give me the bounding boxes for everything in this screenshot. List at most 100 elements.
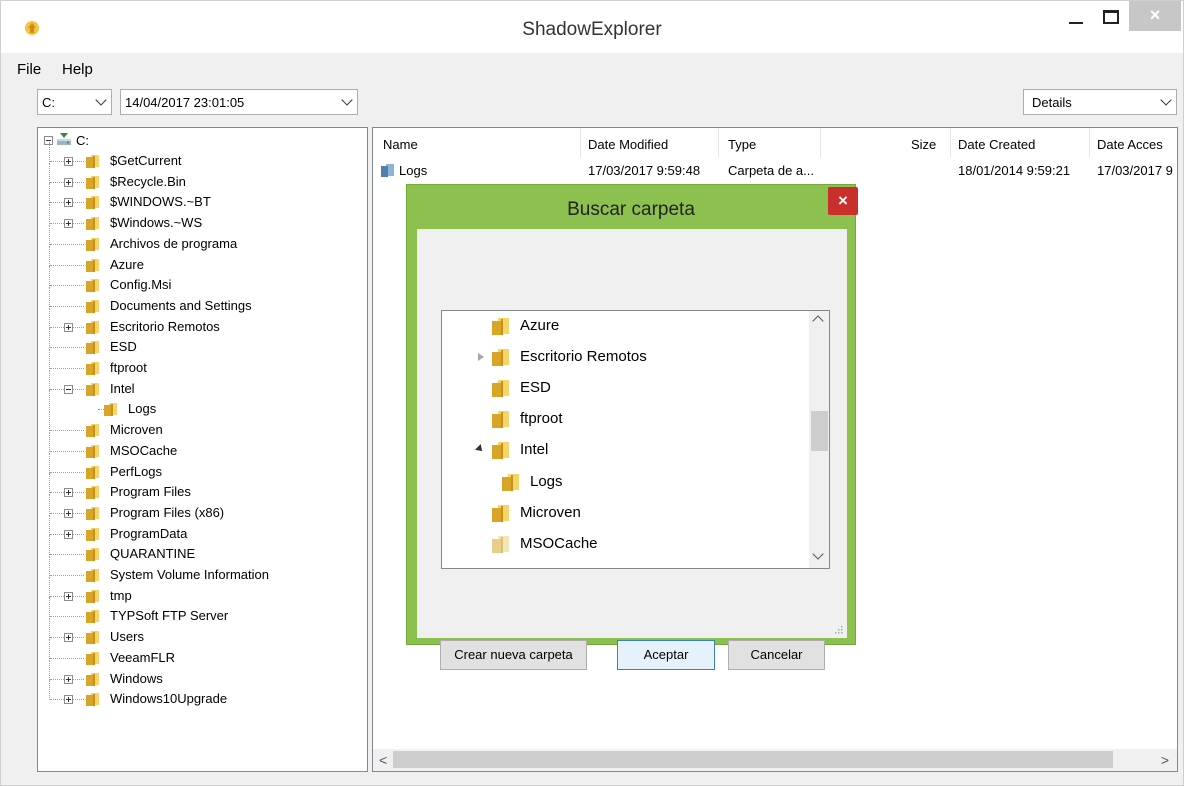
tree-item-label: Program Files (x86)	[110, 504, 225, 520]
expand-icon[interactable]	[64, 157, 73, 166]
tree-item-label: QUARANTINE	[110, 546, 196, 562]
expand-icon[interactable]	[64, 322, 73, 332]
resize-grip-icon[interactable]	[833, 624, 843, 634]
tree-item-label: Azure	[110, 256, 144, 272]
tree-item-label: ProgramData	[110, 525, 188, 541]
folder-icon	[492, 410, 510, 429]
folder-icon	[86, 651, 100, 665]
folder-tree[interactable]: C: $GetCurrent $Recycle.Bin $WINDOWS.~BT $W…	[37, 127, 368, 772]
tree-item-label: VeeamFLR	[110, 649, 176, 665]
folder-icon	[86, 340, 100, 355]
collapse-arrow-icon[interactable]	[475, 444, 485, 455]
window-title: ShadowExplorer	[522, 19, 662, 40]
view-select-value: Details	[1032, 95, 1072, 110]
dialog-tree-item-label: Logs	[530, 472, 563, 490]
expand-icon[interactable]	[64, 198, 73, 208]
expand-icon[interactable]	[64, 529, 73, 539]
dialog-folder-tree[interactable]: Azure Escritorio Remotos ESD ftproot Intel Lo…	[441, 310, 830, 569]
tree-item-label: ESD	[110, 339, 137, 355]
expand-icon[interactable]	[64, 219, 73, 229]
menu-help[interactable]: Help	[62, 61, 93, 78]
dialog-title: Buscar carpeta	[567, 199, 695, 220]
folder-icon	[492, 535, 510, 553]
tree-item-label: Logs	[128, 401, 157, 417]
scroll-right-icon[interactable]: >	[1161, 752, 1169, 768]
expand-arrow-icon[interactable]	[478, 353, 484, 362]
snapshot-select-value: 14/04/2017 23:01:05	[125, 95, 245, 110]
expand-icon[interactable]	[64, 488, 73, 498]
tree-item-label: ftproot	[110, 360, 147, 375]
tree-item-label: Archivos de programa	[110, 235, 238, 251]
horizontal-scrollbar[interactable]: < >	[373, 749, 1177, 771]
row-name: Logs	[399, 163, 428, 178]
menu-bar: File Help	[1, 53, 1183, 83]
folder-icon	[86, 444, 100, 458]
view-select[interactable]: Details	[1023, 89, 1177, 115]
close-button[interactable]: ×	[1129, 1, 1181, 31]
folder-icon	[492, 379, 510, 398]
expand-icon[interactable]	[64, 674, 73, 684]
snapshot-select[interactable]: 14/04/2017 23:01:05	[120, 89, 358, 115]
column-size[interactable]: Size	[911, 137, 936, 152]
cancel-button[interactable]: Cancelar	[728, 640, 825, 670]
scroll-left-icon[interactable]: <	[379, 752, 387, 768]
column-date-modified[interactable]: Date Modified	[588, 137, 668, 152]
folder-icon	[86, 672, 100, 686]
title-bar: ShadowExplorer ×	[1, 1, 1183, 53]
tree-item-label: Escritorio Remotos	[110, 318, 220, 334]
expand-icon[interactable]	[64, 633, 73, 643]
folder-icon	[492, 441, 510, 460]
tree-item-label: tmp	[110, 587, 132, 603]
folder-icon	[492, 317, 510, 335]
dialog-tree-item-label: Escritorio Remotos	[520, 348, 647, 366]
maximize-icon	[1103, 10, 1119, 24]
folder-icon	[492, 504, 510, 522]
dialog-close-button[interactable]: ×	[828, 187, 858, 215]
tree-item-label: Config.Msi	[110, 277, 172, 293]
row-date-modified: 17/03/2017 9:59:48	[588, 163, 701, 178]
scroll-up-icon[interactable]	[812, 315, 824, 327]
dialog-tree-item-label: ESD	[520, 379, 551, 397]
close-icon: ×	[1149, 5, 1161, 25]
scroll-thumb[interactable]	[811, 411, 828, 451]
ok-button[interactable]: Aceptar	[617, 640, 715, 670]
expand-icon[interactable]	[64, 695, 73, 705]
column-name[interactable]: Name	[383, 137, 418, 152]
folder-icon	[86, 320, 100, 334]
tree-item-label: $GetCurrent	[110, 153, 182, 168]
folder-icon	[86, 175, 100, 189]
chevron-down-icon	[1160, 94, 1172, 106]
folder-icon	[381, 164, 394, 177]
column-date-created[interactable]: Date Created	[958, 137, 1035, 152]
column-date-accessed[interactable]: Date Acces	[1097, 137, 1163, 152]
tree-item-label: Windows	[110, 670, 163, 686]
collapse-icon[interactable]	[64, 384, 73, 394]
tree-item-label: System Volume Information	[110, 567, 269, 582]
folder-icon	[86, 237, 100, 251]
expand-icon[interactable]	[64, 177, 73, 187]
chevron-down-icon	[95, 94, 107, 106]
new-folder-button[interactable]: Crear nueva carpeta	[440, 640, 587, 670]
column-type[interactable]: Type	[728, 137, 756, 152]
dialog-tree-item-label: Azure	[520, 317, 560, 334]
folder-icon	[86, 506, 100, 520]
folder-icon	[86, 609, 100, 624]
tree-item-label: PerfLogs	[110, 463, 163, 479]
chevron-down-icon	[341, 94, 353, 106]
drive-select[interactable]: C:	[37, 89, 112, 115]
menu-file[interactable]: File	[17, 61, 41, 78]
folder-icon	[86, 154, 100, 168]
dialog-tree-item-label: ftproot	[520, 410, 563, 428]
folder-icon	[492, 348, 510, 367]
scroll-down-icon[interactable]	[812, 548, 824, 560]
expand-icon[interactable]	[64, 591, 73, 601]
vertical-scrollbar[interactable]	[809, 311, 829, 568]
tree-root-label: C:	[76, 133, 89, 148]
folder-icon	[104, 402, 118, 417]
expand-icon[interactable]	[64, 508, 73, 518]
tree-item-label: Windows10Upgrade	[110, 691, 228, 707]
folder-icon	[86, 299, 100, 313]
scroll-thumb[interactable]	[393, 751, 1113, 768]
minimize-icon	[1069, 22, 1083, 24]
tree-item-label: Intel	[110, 380, 135, 396]
